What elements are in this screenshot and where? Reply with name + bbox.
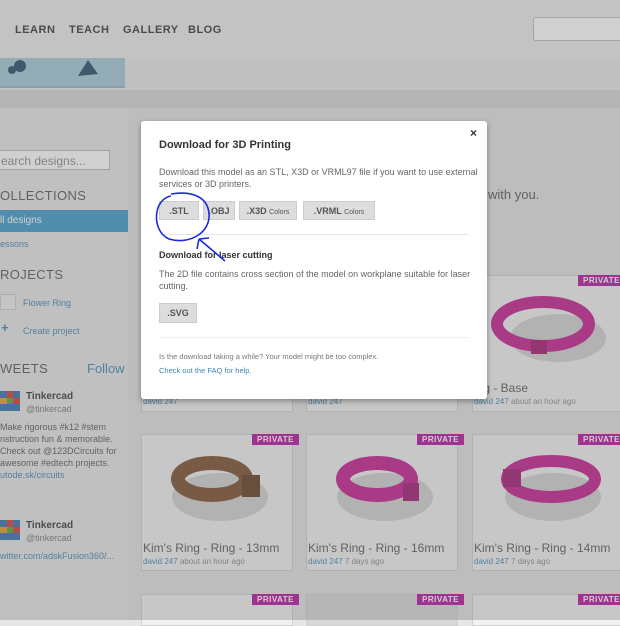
download-dialog: Download for 3D Printing × Download this… <box>141 121 487 399</box>
hand-drawn-annotation <box>155 192 226 262</box>
